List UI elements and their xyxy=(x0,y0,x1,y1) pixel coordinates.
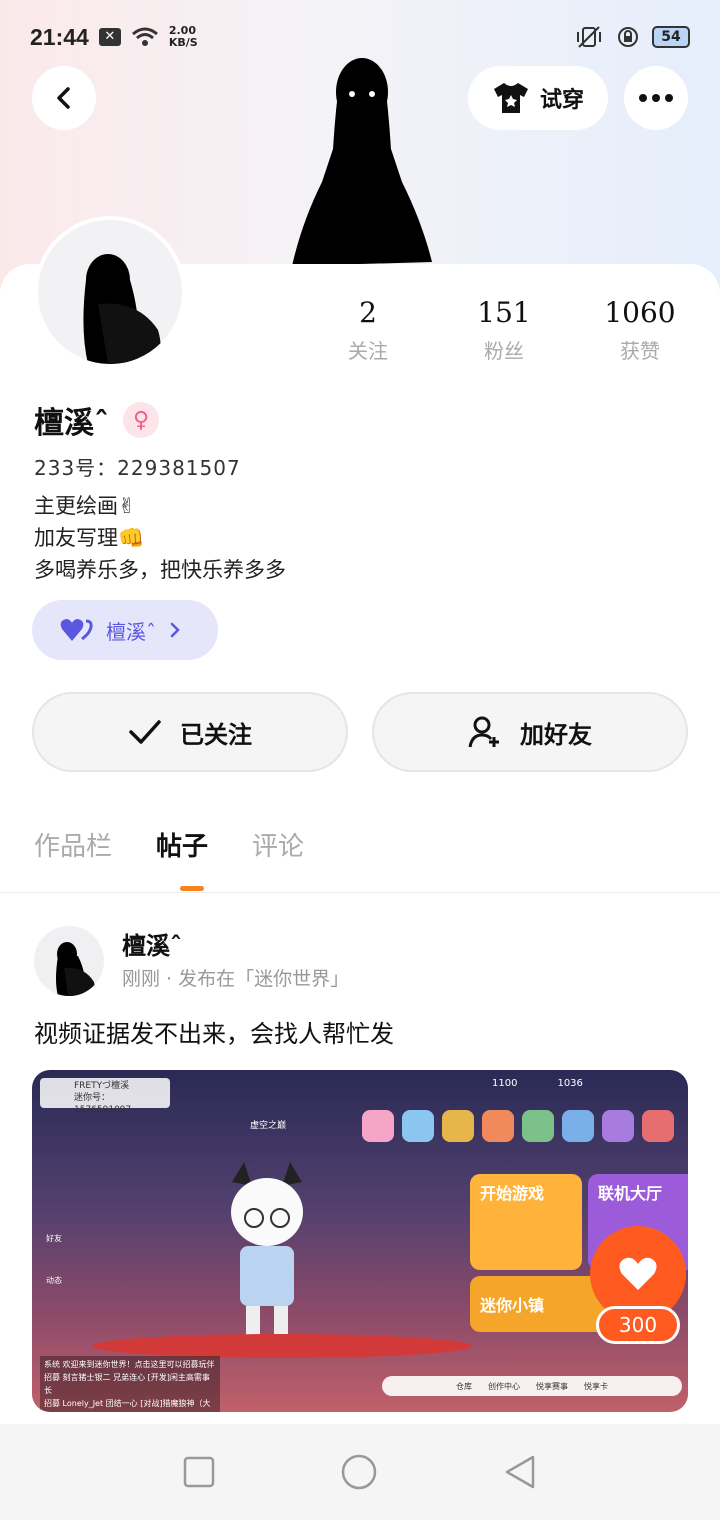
stat-value: 151 xyxy=(477,296,531,329)
female-icon: ♀ xyxy=(123,402,159,438)
gift-icon xyxy=(482,1110,514,1142)
bio-line: 加友写理👊 xyxy=(34,526,145,550)
house-icon xyxy=(642,1110,674,1142)
stat-label: 获赞 xyxy=(620,339,660,363)
game-chat: 系统 欢迎来到迷你世界！点击这里可以招募玩伴 招募 刻言猪士银二 兄弟连心 [开… xyxy=(40,1356,220,1412)
profile-name: 檀溪ˆ xyxy=(34,406,109,441)
cards-icon xyxy=(402,1110,434,1142)
followed-button[interactable]: 已关注 xyxy=(32,692,348,772)
wifi-icon xyxy=(131,27,158,46)
game-start-tile: 开始游戏 xyxy=(470,1174,582,1270)
character-icon xyxy=(562,1110,594,1142)
tab-works[interactable]: 作品栏 xyxy=(34,826,112,863)
stat-value: 1060 xyxy=(604,296,676,329)
divider xyxy=(0,892,720,893)
tshirt-icon xyxy=(493,83,528,113)
battery-indicator: 54 xyxy=(652,26,690,48)
add-friend-label: 加好友 xyxy=(520,720,592,749)
stat-value: 2 xyxy=(359,296,377,329)
back-button[interactable] xyxy=(32,66,96,130)
tab-comments[interactable]: 评论 xyxy=(252,826,304,863)
stat-label: 关注 xyxy=(348,339,388,363)
badge-icon xyxy=(442,1110,474,1142)
add-user-icon xyxy=(468,716,499,748)
stat-likes[interactable]: 1060 获赞 xyxy=(572,296,708,364)
game-event-icons xyxy=(362,1110,674,1142)
game-side-menu: 好友 动态 xyxy=(46,1218,62,1302)
avatar-silhouette-icon xyxy=(56,942,95,996)
stat-label: 粉丝 xyxy=(484,339,524,363)
heart-icon xyxy=(619,1257,657,1290)
bio-line: 多喝养乐多，把快乐养多多 xyxy=(34,558,286,582)
relationship-tag-label: 檀溪ˆ xyxy=(106,619,156,644)
home-icon[interactable] xyxy=(340,1453,378,1491)
game-menu-item: 悦享卡 xyxy=(584,1381,608,1391)
profile-stats: 2 关注 151 粉丝 1060 获赞 xyxy=(300,296,720,364)
game-coin-a: 1100 xyxy=(492,1078,518,1089)
user-id[interactable]: 233号：229381507 xyxy=(34,452,241,481)
try-on-label: 试穿 xyxy=(539,88,584,113)
game-chat-line: 招募 刻言猪士银二 兄弟连心 [开发]闲主高需事长 xyxy=(44,1373,210,1395)
vibrate-off-icon xyxy=(577,26,601,48)
game-player-id: 迷你号：1576591097 xyxy=(74,1093,132,1115)
game-map-title: 虚空之巅 xyxy=(250,1121,287,1131)
followed-label: 已关注 xyxy=(180,720,252,749)
status-time: 21:44 xyxy=(30,23,89,50)
bio: 主更绘画✌ 加友写理👊 多喝养乐多，把快乐养多多 xyxy=(34,490,286,586)
more-button[interactable] xyxy=(624,66,688,130)
monster-icon xyxy=(522,1110,554,1142)
avatar-silhouette-figure xyxy=(292,58,432,266)
game-currency: 1100 1036 xyxy=(492,1078,583,1089)
back-triangle-icon[interactable] xyxy=(503,1454,537,1490)
chevron-left-icon xyxy=(57,87,70,109)
game-stage xyxy=(92,1334,472,1358)
rotation-lock-icon xyxy=(618,27,638,47)
name-row: 檀溪ˆ ♀ xyxy=(34,398,159,442)
stat-followers[interactable]: 151 粉丝 xyxy=(436,296,572,364)
active-tab-indicator xyxy=(180,886,204,891)
post-text: 视频证据发不出来，会找人帮忙发 xyxy=(34,1020,394,1048)
more-dots-icon xyxy=(639,94,673,102)
avatar[interactable] xyxy=(34,216,186,368)
game-side-item: 动态 xyxy=(46,1276,62,1285)
dragon-icon xyxy=(602,1110,634,1142)
checkmark-icon xyxy=(129,720,161,744)
game-menu-item: 创作中心 xyxy=(488,1381,520,1391)
post-meta: 刚刚 · 发布在「迷你世界」 xyxy=(122,968,350,990)
try-on-button[interactable]: 试穿 xyxy=(468,66,608,130)
add-friend-button[interactable]: 加好友 xyxy=(372,692,688,772)
game-chat-line: 系统 欢迎来到迷你世界！点击这里可以招募玩伴 xyxy=(44,1360,215,1369)
post-author-avatar[interactable] xyxy=(34,926,104,996)
game-player-card: FRETYづ檀溪 迷你号：1576591097 xyxy=(40,1078,170,1115)
avatar-silhouette-icon xyxy=(83,254,161,364)
chevron-right-icon xyxy=(170,622,180,638)
game-menu-item: 悦享赛事 xyxy=(536,1381,568,1391)
network-speed: 2.00 KB/S xyxy=(168,24,198,49)
content-tabs: 作品栏 帖子 评论 xyxy=(34,826,304,863)
x-box-icon: ✕ xyxy=(98,28,121,46)
game-menu-item: 仓库 xyxy=(456,1381,472,1391)
system-navigation-bar xyxy=(0,1424,720,1520)
like-count: 300 xyxy=(596,1306,680,1344)
stat-following[interactable]: 2 关注 xyxy=(300,296,436,364)
bio-line: 主更绘画✌ xyxy=(34,494,136,518)
game-player-name: FRETYづ檀溪 xyxy=(74,1081,130,1091)
relationship-tag[interactable]: 檀溪ˆ xyxy=(32,600,218,660)
game-coin-b: 1036 xyxy=(557,1078,583,1089)
post-author-name[interactable]: 檀溪ˆ xyxy=(122,926,182,961)
game-side-item: 好友 xyxy=(46,1234,62,1243)
tab-posts[interactable]: 帖子 xyxy=(156,826,208,863)
star-icon xyxy=(362,1110,394,1142)
game-chat-line: 招募 Lonely_Jet 团结一心 [对战]猎魔狼神（大佬 xyxy=(44,1399,211,1408)
game-character-figure xyxy=(231,1162,303,1336)
post-image[interactable]: FRETYづ檀溪 迷你号：1576591097 1100 1036 虚空之巅 开… xyxy=(32,1070,688,1412)
recent-apps-icon[interactable] xyxy=(183,1456,215,1488)
game-bottom-menu: 仓库 创作中心 悦享赛事 悦享卡 xyxy=(382,1376,682,1396)
hearts-icon xyxy=(60,619,93,641)
